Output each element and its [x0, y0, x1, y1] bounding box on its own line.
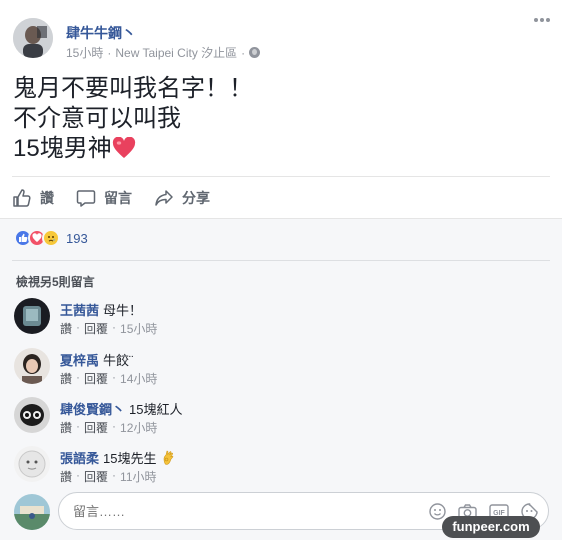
meta-dot: ·: [112, 468, 117, 482]
post-line: 鬼月不要叫我名字！！: [13, 75, 253, 102]
view-more-comments-link[interactable]: 檢視另5則留言: [16, 273, 95, 290]
commenter-avatar[interactable]: [14, 397, 50, 433]
comment-content: 張語柔 15塊先生: [60, 448, 176, 467]
current-user-avatar[interactable]: [14, 494, 50, 530]
commenter-name[interactable]: 張語柔: [60, 451, 99, 466]
post-line-3: 15塊男神: [13, 134, 253, 164]
comment-time[interactable]: 12小時: [120, 419, 157, 436]
share-label: 分享: [182, 190, 210, 206]
meta-dot: ·: [76, 468, 81, 482]
comment-time[interactable]: 14小時: [120, 370, 157, 387]
post-actions: 讚 留言 分享: [12, 181, 210, 215]
post-time[interactable]: 15小時: [66, 44, 103, 61]
comment-text: 15塊紅人: [129, 402, 183, 417]
emoji-icon[interactable]: [429, 503, 446, 520]
meta-dot: ·: [76, 320, 81, 334]
comment-reply-link[interactable]: 回覆: [84, 468, 108, 485]
heart-emoji-icon: [112, 137, 135, 158]
meta-dot: ·: [112, 370, 117, 384]
comment-like-link[interactable]: 讚: [60, 320, 72, 337]
comment-text: 母牛！: [103, 303, 143, 318]
comment-meta: 讚 · 回覆 · 15小時: [60, 320, 157, 337]
commenter-avatar[interactable]: [14, 298, 50, 334]
comment-time[interactable]: 11小時: [120, 468, 156, 485]
globe-icon[interactable]: [249, 47, 261, 58]
commenter-name[interactable]: 夏梓禹: [60, 353, 99, 368]
reaction-count[interactable]: 193: [66, 231, 88, 246]
divider: [12, 260, 550, 261]
comment-like-link[interactable]: 讚: [60, 468, 72, 485]
meta-separator: ·: [107, 45, 112, 60]
share-icon: [155, 190, 173, 206]
commenter-avatar[interactable]: [14, 348, 50, 384]
comment-content: 王茜茜 母牛！: [60, 300, 142, 319]
author-name[interactable]: 肆牛牛鋼丶: [66, 23, 136, 43]
post-location[interactable]: New Taipei City 汐止區: [115, 44, 237, 61]
thumbs-up-icon: [13, 189, 31, 207]
meta-dot: ·: [112, 320, 117, 334]
reactions-summary[interactable]: 193: [14, 229, 88, 247]
meta-dot: ·: [76, 370, 81, 384]
comment-time[interactable]: 15小時: [120, 320, 157, 337]
comment-meta: 讚 · 回覆 · 11小時: [60, 468, 157, 485]
meta-separator: ·: [241, 45, 246, 60]
post-line: 不介意可以叫我: [13, 105, 181, 132]
share-button[interactable]: 分享: [154, 188, 210, 208]
post-meta: 15小時 · New Taipei City 汐止區 ·: [66, 44, 261, 61]
meta-dot: ·: [76, 419, 81, 433]
meta-dot: ·: [112, 419, 117, 433]
comment-content: 夏梓禹 牛餃¨: [60, 350, 133, 369]
comment-reply-link[interactable]: 回覆: [84, 419, 108, 436]
commenter-name[interactable]: 肆俊賢鋼丶: [60, 402, 125, 417]
comment-content: 肆俊賢鋼丶 15塊紅人: [60, 399, 182, 418]
author-avatar[interactable]: [13, 18, 53, 58]
divider: [12, 176, 550, 177]
comment-like-link[interactable]: 讚: [60, 370, 72, 387]
comment-like-link[interactable]: 讚: [60, 419, 72, 436]
comment-reply-link[interactable]: 回覆: [84, 370, 108, 387]
sad-reaction-icon: [42, 229, 60, 247]
comment-icon: [76, 190, 96, 207]
watermark: funpeer.com: [442, 516, 540, 538]
more-options-icon[interactable]: [534, 18, 550, 22]
post-body: 鬼月不要叫我名字！！ 不介意可以叫我 15塊男神: [13, 74, 253, 164]
comment-button[interactable]: 留言: [76, 188, 132, 208]
comment-meta: 讚 · 回覆 · 14小時: [60, 370, 157, 387]
commenter-name[interactable]: 王茜茜: [60, 303, 99, 318]
comment-reply-link[interactable]: 回覆: [84, 320, 108, 337]
post-line: 15塊男神: [13, 135, 112, 162]
comment-text: 牛餃¨: [103, 353, 134, 368]
like-button[interactable]: 讚: [12, 188, 54, 208]
comment-input[interactable]: [73, 504, 373, 519]
comment-label: 留言: [104, 190, 132, 206]
facebook-post: 肆牛牛鋼丶 15小時 · New Taipei City 汐止區 · 鬼月不要叫…: [0, 0, 562, 540]
comment-meta: 讚 · 回覆 · 12小時: [60, 419, 157, 436]
commenter-avatar[interactable]: [14, 446, 50, 482]
comment-text: 15塊先生: [103, 451, 157, 466]
like-label: 讚: [40, 190, 54, 206]
ok-hand-emoji-icon: [163, 450, 174, 465]
